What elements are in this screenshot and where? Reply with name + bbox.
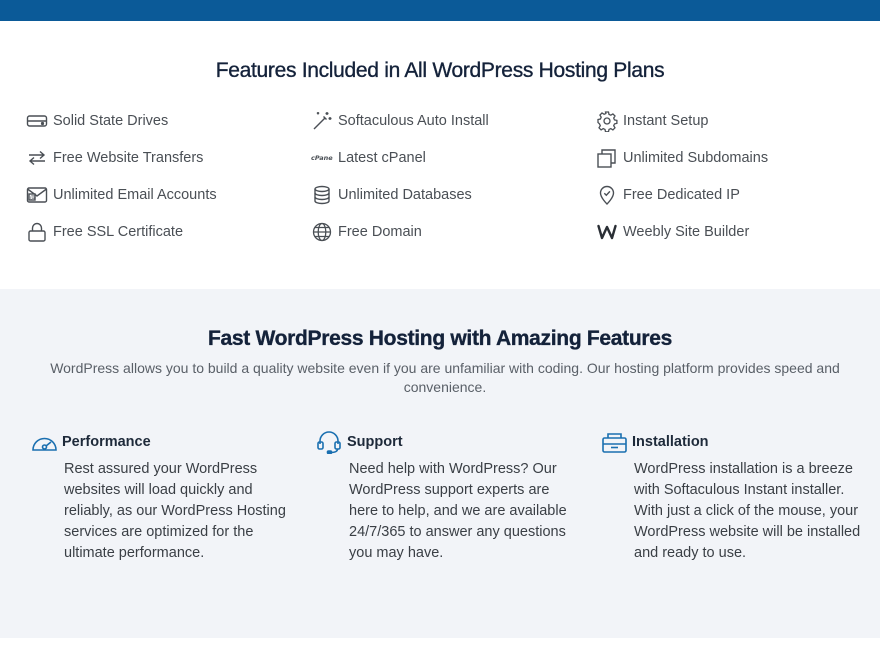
database-icon	[311, 184, 333, 206]
column-title: Support	[347, 434, 403, 450]
headset-icon	[316, 429, 346, 455]
feature-label: Solid State Drives	[53, 113, 169, 129]
features-title: Features Included in All WordPress Hosti…	[215, 59, 665, 82]
transfer-arrows-icon	[26, 147, 48, 169]
feature-item-cpanel: cPanel Latest cPanel	[311, 146, 426, 170]
feature-item-weebly: Weebly Site Builder	[596, 220, 749, 244]
feature-label: Free Dedicated IP	[623, 187, 740, 203]
feature-label: Unlimited Databases	[338, 187, 472, 203]
feature-item-email: @ Unlimited Email Accounts	[26, 183, 217, 207]
feature-item-softaculous: Softaculous Auto Install	[311, 109, 489, 133]
why-title: Fast WordPress Hosting with Amazing Feat…	[207, 327, 673, 350]
ssd-drive-icon	[26, 110, 48, 132]
feature-item-transfers: Free Website Transfers	[26, 146, 203, 170]
features-section: Features Included in All WordPress Hosti…	[0, 21, 880, 289]
feature-item-ssl: Free SSL Certificate	[26, 220, 183, 244]
stacked-windows-icon	[596, 147, 618, 169]
page-bottom-strip	[0, 638, 880, 659]
feature-label: Weebly Site Builder	[623, 224, 750, 240]
column-body: Need help with WordPress? Our WordPress …	[349, 461, 567, 561]
feature-label: Latest cPanel	[338, 150, 426, 166]
magic-wand-icon	[311, 110, 333, 132]
globe-icon	[311, 221, 333, 243]
column-body: WordPress installation is a breeze with …	[634, 461, 861, 561]
feature-label: Instant Setup	[623, 113, 709, 129]
feature-item-domain: Free Domain	[311, 220, 422, 244]
weebly-logo-icon	[596, 221, 618, 243]
feature-item-instant-setup: Instant Setup	[596, 109, 708, 133]
feature-label: Free Domain	[338, 224, 422, 240]
why-section: Fast WordPress Hosting with Amazing Feat…	[0, 289, 880, 638]
feature-item-subdomains: Unlimited Subdomains	[596, 146, 768, 170]
feature-label: Free Website Transfers	[53, 150, 204, 166]
feature-item-ssd: Solid State Drives	[26, 109, 168, 133]
performance-column: Performance Rest assured your WordPress …	[31, 429, 291, 564]
email-icon: @	[26, 184, 48, 206]
cpanel-logo-icon: cPanel	[311, 147, 333, 169]
cpanel-logo-text: cPanel	[311, 154, 333, 162]
column-title: Installation	[632, 434, 709, 450]
feature-label: Softaculous Auto Install	[338, 113, 489, 129]
column-body: Rest assured your WordPress websites wil…	[64, 461, 286, 561]
speedometer-icon	[31, 429, 61, 455]
top-header-bar	[0, 0, 880, 21]
feature-item-dedicated-ip: Free Dedicated IP	[596, 183, 740, 207]
support-column: Support Need help with WordPress? Our Wo…	[316, 429, 576, 564]
gear-icon	[596, 110, 618, 132]
why-subtitle: WordPress allows you to build a quality …	[50, 360, 840, 395]
installer-box-icon	[601, 429, 631, 455]
feature-item-databases: Unlimited Databases	[311, 183, 472, 207]
lock-icon	[26, 221, 48, 243]
column-title: Performance	[62, 434, 151, 450]
feature-label: Unlimited Subdomains	[623, 150, 769, 166]
feature-label: Free SSL Certificate	[53, 224, 184, 240]
installation-column: Installation WordPress installation is a…	[601, 429, 861, 564]
svg-text:@: @	[30, 195, 36, 202]
location-pin-icon	[596, 184, 618, 206]
feature-label: Unlimited Email Accounts	[53, 187, 217, 203]
